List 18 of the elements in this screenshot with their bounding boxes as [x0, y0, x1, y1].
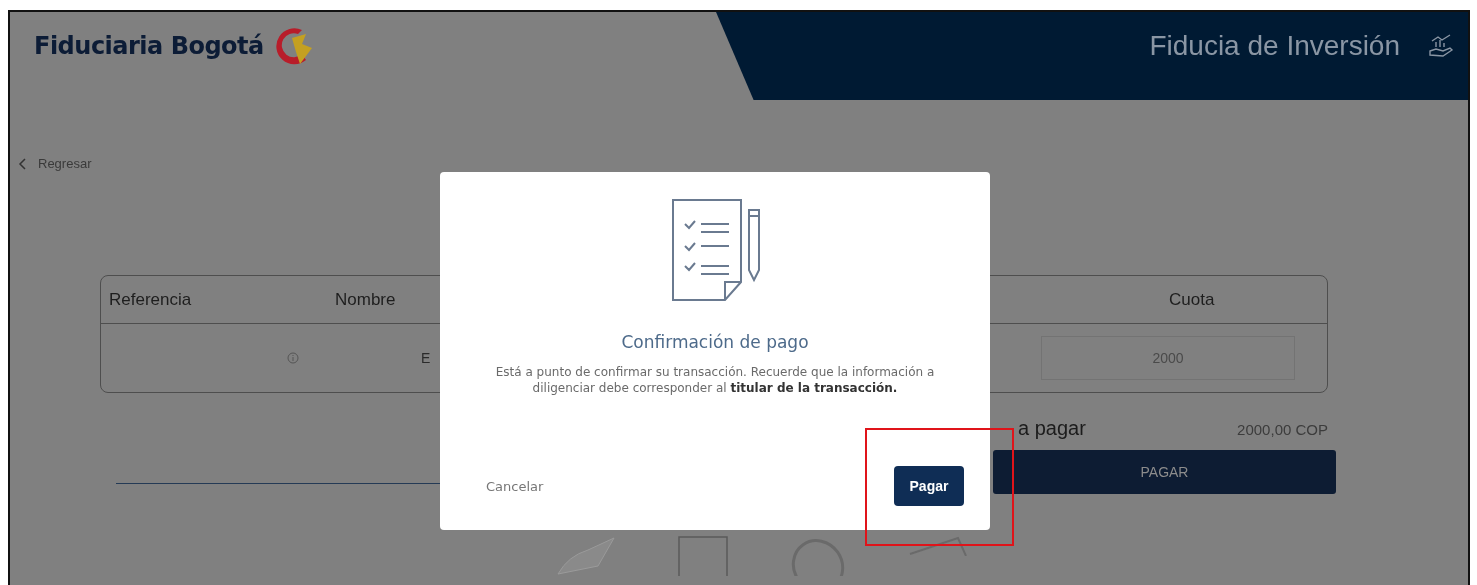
info-icon — [287, 352, 299, 364]
dialog-title: Confirmación de pago — [621, 332, 809, 352]
square-drawing — [678, 536, 728, 576]
column-header: Referencia — [108, 289, 193, 310]
investment-hand-icon — [1428, 33, 1454, 59]
total-amount: 2000,00 COP — [1237, 421, 1328, 438]
table-cell-text: E — [421, 350, 432, 366]
total-label: a pagar — [1018, 417, 1086, 440]
column-header: Nombre — [334, 289, 397, 310]
brand-name: Fiduciaria Bogotá — [34, 32, 264, 60]
chevron-left-icon — [18, 157, 26, 170]
section-title: Fiducia de Inversión — [1149, 30, 1400, 62]
pay-button[interactable]: PAGAR — [993, 450, 1336, 494]
cancel-button[interactable]: Cancelar — [480, 477, 550, 495]
column-header: Cuota — [1168, 289, 1216, 310]
confirm-pay-button[interactable]: Pagar — [894, 466, 964, 506]
back-link[interactable]: Regresar — [18, 156, 92, 171]
dialog-message: Está a punto de confirmar su transacción. Recuerde que la información a diligenciar debe corresponder al titular de la transacción. — [494, 364, 936, 396]
